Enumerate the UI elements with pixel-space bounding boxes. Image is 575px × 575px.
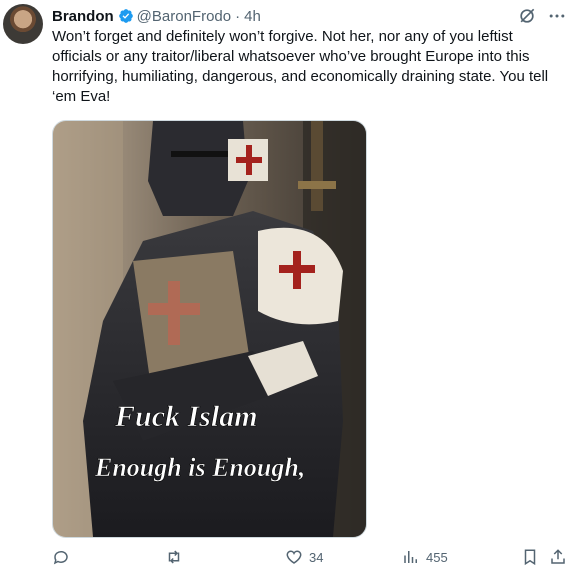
views-count: 455 <box>426 549 448 565</box>
share-icon <box>551 549 565 564</box>
media-caption-line1: Fuck Islam <box>114 400 258 433</box>
more-icon[interactable] <box>547 6 567 26</box>
heart-icon <box>286 550 302 564</box>
bookmark-button[interactable] <box>521 548 539 566</box>
share-button[interactable] <box>549 548 567 566</box>
verified-badge-icon <box>118 9 133 23</box>
media-caption-line2: Enough is Enough, <box>94 453 305 482</box>
like-button[interactable]: 34 <box>285 548 323 566</box>
retweet-icon <box>168 550 180 564</box>
tweet-time[interactable]: 4h <box>244 8 261 25</box>
tweet-media-image[interactable]: Fuck Islam Enough is Enough, <box>52 120 367 538</box>
grok-icon[interactable] <box>517 6 537 26</box>
tweet-header: Brandon @BaronFrodo · 4h <box>52 6 575 26</box>
tweet-actions-bar: 34 455 <box>52 548 572 572</box>
bookmark-icon <box>524 549 536 566</box>
tweet-text: Won’t forget and definitely won’t forgiv… <box>52 28 549 105</box>
author-handle[interactable]: @BaronFrodo <box>137 8 231 25</box>
retweet-button[interactable] <box>165 548 189 566</box>
reply-button[interactable] <box>52 548 76 566</box>
knight-illustration: Fuck Islam Enough is Enough, <box>53 121 366 537</box>
separator-dot: · <box>235 7 241 25</box>
author-name[interactable]: Brandon <box>52 8 114 25</box>
like-count: 34 <box>309 549 324 565</box>
views-button[interactable]: 455 <box>402 548 448 566</box>
header-icons <box>517 6 567 26</box>
reply-icon <box>53 550 68 565</box>
views-icon <box>404 551 417 563</box>
author-avatar[interactable] <box>3 4 43 44</box>
